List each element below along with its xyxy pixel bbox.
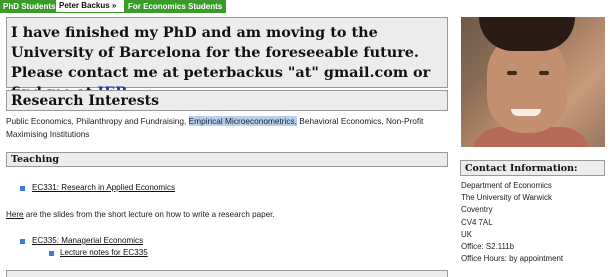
- slides-text: are the slides from the short lecture on…: [23, 210, 275, 219]
- next-section-box: [6, 270, 448, 277]
- contact-line: The University of Warwick: [461, 193, 552, 203]
- ec331-link[interactable]: EC331: Research in Applied Economics: [32, 183, 175, 192]
- square-bullet-icon: [20, 186, 25, 191]
- interests-part1: Public Economics, Philanthropy and Fundr…: [6, 116, 189, 126]
- teaching-heading-box: Teaching: [6, 152, 448, 167]
- research-interests-heading: Research Interests: [11, 93, 159, 109]
- slides-here-link[interactable]: Here: [6, 210, 24, 219]
- course-ec335-item: EC335: Managerial Economics: [32, 235, 143, 246]
- contact-line: CV4 7AL: [461, 217, 493, 227]
- square-bullet-icon: [49, 251, 54, 256]
- photo-hair: [479, 17, 575, 51]
- course-ec331-item: EC331: Research in Applied Economics: [32, 182, 175, 193]
- contact-heading: Contact Information:: [465, 163, 578, 174]
- contact-line: Office: S2.111b: [461, 242, 515, 252]
- square-bullet-icon: [20, 239, 25, 244]
- research-interests-heading-box: Research Interests: [6, 90, 448, 111]
- ec335-link[interactable]: EC335: Managerial Economics: [32, 236, 143, 245]
- profile-photo: [461, 17, 605, 147]
- contact-line: Office Hours: by appointment: [461, 254, 564, 264]
- contact-details: Department of Economics The University o…: [461, 180, 607, 265]
- slides-line: Here are the slides from the short lectu…: [6, 209, 275, 220]
- top-navigation: PhD Students » Peter Backus » For Econom…: [0, 0, 610, 13]
- interests-highlighted: Empirical Microeconometrics,: [188, 116, 297, 126]
- photo-eye-left: [507, 71, 517, 75]
- contact-heading-box: Contact Information:: [460, 160, 605, 176]
- contact-line: Coventry: [461, 205, 493, 215]
- tab-phd-students[interactable]: PhD Students »: [0, 0, 62, 13]
- contact-line: UK: [461, 229, 472, 239]
- research-interests-text: Public Economics, Philanthropy and Fundr…: [6, 115, 450, 141]
- announcement-box: I have finished my PhD and am moving to …: [6, 17, 448, 101]
- tab-peter-backus[interactable]: Peter Backus »: [55, 0, 125, 13]
- photo-eye-right: [539, 71, 549, 75]
- photo-mouth: [511, 109, 541, 116]
- ec335-notes-link[interactable]: Lecture notes for EC335: [60, 248, 148, 257]
- tab-for-economics-students[interactable]: For Economics Students: [125, 0, 226, 13]
- contact-line: Department of Economics: [461, 181, 552, 190]
- teaching-heading: Teaching: [11, 154, 60, 165]
- course-ec335-notes-item: Lecture notes for EC335: [60, 247, 148, 258]
